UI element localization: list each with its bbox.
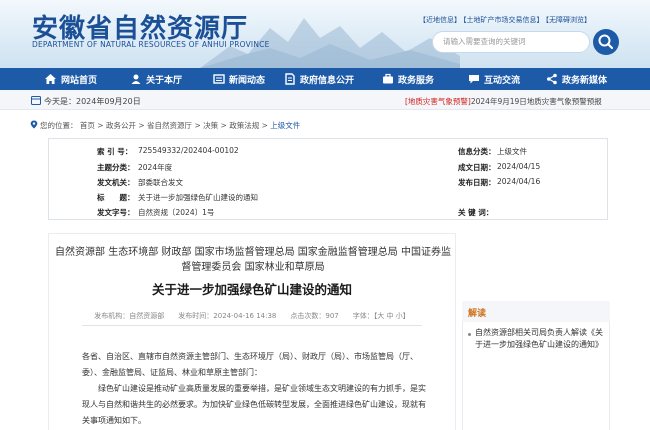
meta-title-label: 标 题： xyxy=(97,193,135,202)
meta-written-date-value: 2024/04/15 xyxy=(497,162,541,171)
meta-issuer-label: 发文机关： xyxy=(97,178,135,187)
nav-services[interactable]: 政务服务 xyxy=(382,68,434,90)
breadcrumb-sep: > xyxy=(97,121,104,130)
paragraph-body: 绿色矿山建设是推动矿业高质量发展的重要举措，是矿业领域生态文明建设的有力抓手，是… xyxy=(82,384,426,425)
breadcrumb-gov-open[interactable]: 政务公开 xyxy=(106,121,136,130)
nav-label: 政府信息公开 xyxy=(300,75,355,86)
nav-home[interactable]: 网站首页 xyxy=(44,68,97,90)
meta-written-date-label: 成文日期： xyxy=(458,163,496,172)
location-pin-icon xyxy=(30,120,38,129)
meta-index-label: 索 引 号： xyxy=(97,147,133,156)
calendar-icon xyxy=(31,96,41,105)
document-icon xyxy=(285,73,295,85)
search-button[interactable] xyxy=(593,29,619,55)
nav-news[interactable]: 新闻动态 xyxy=(213,68,265,90)
meta-keywords-label: 关 键 词： xyxy=(458,208,494,217)
breadcrumb-home[interactable]: 首页 xyxy=(80,121,95,130)
nav-label: 政务新媒体 xyxy=(562,75,608,86)
warning-text: 2024年9月19日地质灾害气象预警预报 xyxy=(470,97,602,106)
nav-label: 新闻动态 xyxy=(229,75,266,86)
publish-info: 发布机构：自然资源部 发布时间：2024-04-16 14:38 点击次数：90… xyxy=(94,312,410,320)
chat-icon xyxy=(469,75,479,84)
breadcrumb-decision[interactable]: 决策 xyxy=(203,121,218,130)
people-icon xyxy=(131,74,141,84)
interpretation-link[interactable]: 自然资源部相关司局负责人解读《关于进一步加强绿色矿山建设的通知》 xyxy=(475,327,607,351)
bullet-icon xyxy=(468,333,471,336)
interpretation-heading: 解读 xyxy=(468,309,487,319)
nav-gov-info[interactable]: 政府信息公开 xyxy=(284,68,354,90)
breadcrumb-sep: > xyxy=(261,121,268,130)
breadcrumb-current[interactable]: 上级文件 xyxy=(270,121,300,130)
breadcrumb-sep: > xyxy=(138,121,145,130)
meta-issuer-value: 部委联合发文 xyxy=(138,178,183,187)
breadcrumb-dept[interactable]: 省自然资源厅 xyxy=(147,121,192,130)
meta-category-value: 上级文件 xyxy=(497,147,527,156)
link-recent-info[interactable]: 【近地信息】 xyxy=(419,16,461,24)
briefcase-icon xyxy=(383,73,393,84)
newspaper-icon xyxy=(213,74,225,84)
meta-index-value: 725549332/202404-00102 xyxy=(138,146,239,155)
today-date: 今天是：2024年09月20日 xyxy=(44,97,141,106)
meta-title-value: 关于进一步加强绿色矿山建设的通知 xyxy=(138,193,258,202)
top-links: 【近地信息】 【土地矿产市场交易信息】 【无障碍浏览】 xyxy=(418,15,592,25)
share-icon xyxy=(547,73,557,85)
meta-publish-date-label: 发布日期： xyxy=(458,178,496,187)
breadcrumb-policy[interactable]: 政策法规 xyxy=(229,121,259,130)
breadcrumb: 您的位置： 首页 > 政务公开 > 省自然资源厅 > 决策 > 政策法规 > 上… xyxy=(40,120,300,131)
nav-label: 政务服务 xyxy=(398,75,435,86)
divider xyxy=(82,325,422,326)
meta-topic-value: 2024年度 xyxy=(138,163,173,172)
search-icon xyxy=(598,34,614,50)
meta-publish-date-value: 2024/04/16 xyxy=(497,177,541,186)
home-icon xyxy=(45,74,56,84)
main-nav: 网站首页 关于本厅 新闻动态 政府信息公开 政务服务 互动交流 政务新媒体 xyxy=(0,68,650,90)
link-accessibility[interactable]: 【无障碍浏览】 xyxy=(546,16,592,24)
paragraph-salutation: 各省、自治区、直辖市自然资源主管部门、生态环境厅（局）、财政厅（局）、市场监管局… xyxy=(82,352,418,377)
link-land-mineral-market[interactable]: 【土地矿产市场交易信息】 xyxy=(463,16,544,24)
geo-hazard-warning[interactable]: [地质灾害气象预警]2024年9月19日地质灾害气象预警预报 xyxy=(405,96,602,107)
meta-topic-label: 主题分类： xyxy=(97,163,135,172)
issuing-agencies: 自然资源部 生态环境部 财政部 国家市场监督管理总局 国家金融监督管理总局 中国… xyxy=(55,247,451,273)
nav-label: 互动交流 xyxy=(484,75,521,86)
breadcrumb-sep: > xyxy=(220,121,227,130)
site-logo-subtitle: DEPARTMENT OF NATURAL RESOURCES OF ANHUI… xyxy=(32,40,270,49)
document-title: 关于进一步加强绿色矿山建设的通知 xyxy=(151,282,352,297)
search-input[interactable]: 请输入需要查询的关键词 xyxy=(432,31,590,53)
page: 安徽省自然资源厅 DEPARTMENT OF NATURAL RESOURCES… xyxy=(0,0,650,430)
nav-interaction[interactable]: 互动交流 xyxy=(468,68,520,90)
nav-label: 网站首页 xyxy=(61,75,98,86)
breadcrumb-sep: > xyxy=(194,121,201,130)
meta-docno-label: 发文字号： xyxy=(97,208,135,217)
breadcrumb-prefix: 您的位置： xyxy=(40,121,78,130)
meta-docno-value: 自然资规〔2024〕1号 xyxy=(138,208,215,217)
site-header: 安徽省自然资源厅 DEPARTMENT OF NATURAL RESOURCES… xyxy=(0,0,650,68)
nav-new-media[interactable]: 政务新媒体 xyxy=(546,68,607,90)
meta-category-label: 信息分类： xyxy=(458,147,496,156)
nav-label: 关于本厅 xyxy=(146,75,183,86)
warning-tag: [地质灾害气象预警] xyxy=(405,97,471,106)
nav-about[interactable]: 关于本厅 xyxy=(130,68,182,90)
